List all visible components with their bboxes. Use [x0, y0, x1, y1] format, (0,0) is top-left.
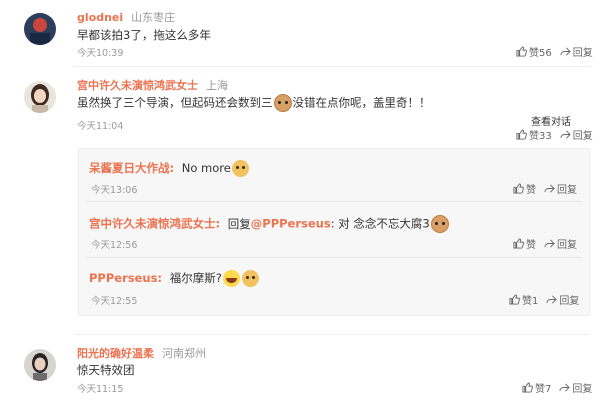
reply-button[interactable]: 回复: [560, 44, 593, 59]
comment-text: 惊天特效团: [77, 363, 135, 377]
reply-body: 福尔摩斯?: [169, 271, 222, 285]
mention-link[interactable]: @PPPerseus: [251, 217, 331, 231]
reply-prefix: 回复: [227, 216, 251, 231]
reply-body: : 对 念念不忘大腐3: [330, 216, 430, 231]
divider: [87, 201, 581, 202]
avatar[interactable]: [24, 349, 56, 381]
like-button[interactable]: 赞: [513, 236, 536, 251]
doge-emoji-icon: [231, 160, 249, 177]
reply-label: 回复: [559, 296, 580, 307]
comment-time: 今天10:39: [77, 48, 124, 59]
comment-author[interactable]: 宫中许久未演惊鸿武女士 上海: [77, 77, 228, 93]
reply-thread: 呆酱夏日大作战: No more 今天13:06 赞 回复 宫中许久未演惊鸿武女…: [78, 148, 590, 316]
reply-button[interactable]: 回复: [560, 127, 593, 142]
comment-author[interactable]: glodnei 山东枣庄: [77, 9, 175, 25]
share-arrow-icon: [546, 295, 558, 304]
reply-label: 回复: [572, 48, 593, 59]
reply-label: 回复: [572, 384, 593, 395]
comment-actions: 赞7 回复: [522, 380, 592, 395]
thumbs-up-icon: [513, 238, 524, 249]
comment-author[interactable]: 阳光的确好温柔 河南郑州: [77, 345, 206, 361]
cat-emoji-icon: [273, 94, 292, 112]
reply-text: 宫中许久未演惊鸿武女士: 回复@PPPerseus: 对 念念不忘大腐3: [89, 215, 450, 233]
like-button[interactable]: 赞56: [516, 44, 552, 59]
share-arrow-icon: [560, 47, 571, 56]
reply-label: 回复: [557, 185, 577, 196]
reply-button[interactable]: 回复: [544, 181, 577, 196]
thumbs-up-icon: [513, 183, 524, 194]
like-count: 赞: [526, 185, 536, 196]
thumbs-up-icon: [522, 382, 533, 393]
reply-text: 呆酱夏日大作战: No more: [89, 160, 250, 177]
like-button[interactable]: 赞7: [522, 380, 551, 395]
reply-button[interactable]: 回复: [559, 380, 592, 395]
like-count: 赞7: [535, 384, 552, 395]
like-button[interactable]: 赞: [513, 181, 536, 196]
cat-emoji-icon: [430, 215, 449, 233]
share-arrow-icon: [560, 130, 571, 139]
share-arrow-icon: [544, 184, 555, 193]
comment-text-part: 没错在点你呢，盖里奇！！: [292, 95, 431, 110]
comment-actions: 赞33 回复: [516, 127, 593, 142]
avatar[interactable]: [24, 81, 56, 113]
reply-author[interactable]: 宫中许久未演惊鸿武女士:: [89, 217, 220, 231]
comment-text: 虽然换了三个导演，但起码还会数到三 没错在点你呢，盖里奇！！: [77, 94, 431, 112]
divider: [74, 66, 590, 67]
like-count: 赞33: [529, 131, 552, 142]
thumbs-up-icon: [509, 294, 520, 305]
reply-label: 回复: [557, 240, 577, 251]
comment-text: 早都该拍3了，拖这么多年: [77, 28, 211, 42]
reply-time: 今天13:06: [91, 185, 138, 196]
share-arrow-icon: [544, 239, 555, 248]
like-count: 赞: [526, 240, 536, 251]
reply-actions: 赞1 回复: [509, 292, 579, 307]
comment-location: 上海: [206, 79, 228, 92]
comment-location: 河南郑州: [162, 347, 206, 360]
view-conversation-link[interactable]: 查看对话: [531, 113, 571, 128]
comment-time: 今天11:04: [77, 121, 124, 132]
reply-button[interactable]: 回复: [546, 292, 579, 307]
thumbs-up-icon: [516, 129, 527, 140]
reply-text: PPPerseus: 福尔摩斯?: [89, 270, 260, 287]
reply-actions: 赞 回复: [513, 236, 577, 251]
reply-author[interactable]: PPPerseus:: [89, 271, 162, 285]
reply-button[interactable]: 回复: [544, 236, 577, 251]
like-button[interactable]: 赞1: [509, 292, 538, 307]
comment-text-part: 虽然换了三个导演，但起码还会数到三: [77, 95, 273, 110]
comment-time: 今天11:15: [77, 384, 124, 395]
thumbs-up-icon: [516, 46, 527, 57]
share-arrow-icon: [559, 383, 571, 392]
like-count: 赞1: [522, 296, 539, 307]
doge-emoji-icon: [241, 270, 259, 287]
like-count: 赞56: [529, 48, 552, 59]
reply-body: No more: [181, 161, 231, 175]
reply-time: 今天12:56: [91, 240, 138, 251]
avatar[interactable]: [24, 13, 56, 45]
divider: [74, 334, 590, 335]
reply-label: 回复: [572, 131, 593, 142]
comment-location: 山东枣庄: [131, 11, 176, 24]
laughing-emoji-icon: [222, 270, 240, 287]
like-button[interactable]: 赞33: [516, 127, 552, 142]
reply-author[interactable]: 呆酱夏日大作战:: [89, 161, 174, 175]
reply-actions: 赞 回复: [513, 181, 577, 196]
comment-actions: 赞56 回复: [516, 44, 593, 59]
reply-time: 今天12:55: [91, 296, 138, 307]
divider: [87, 257, 581, 258]
